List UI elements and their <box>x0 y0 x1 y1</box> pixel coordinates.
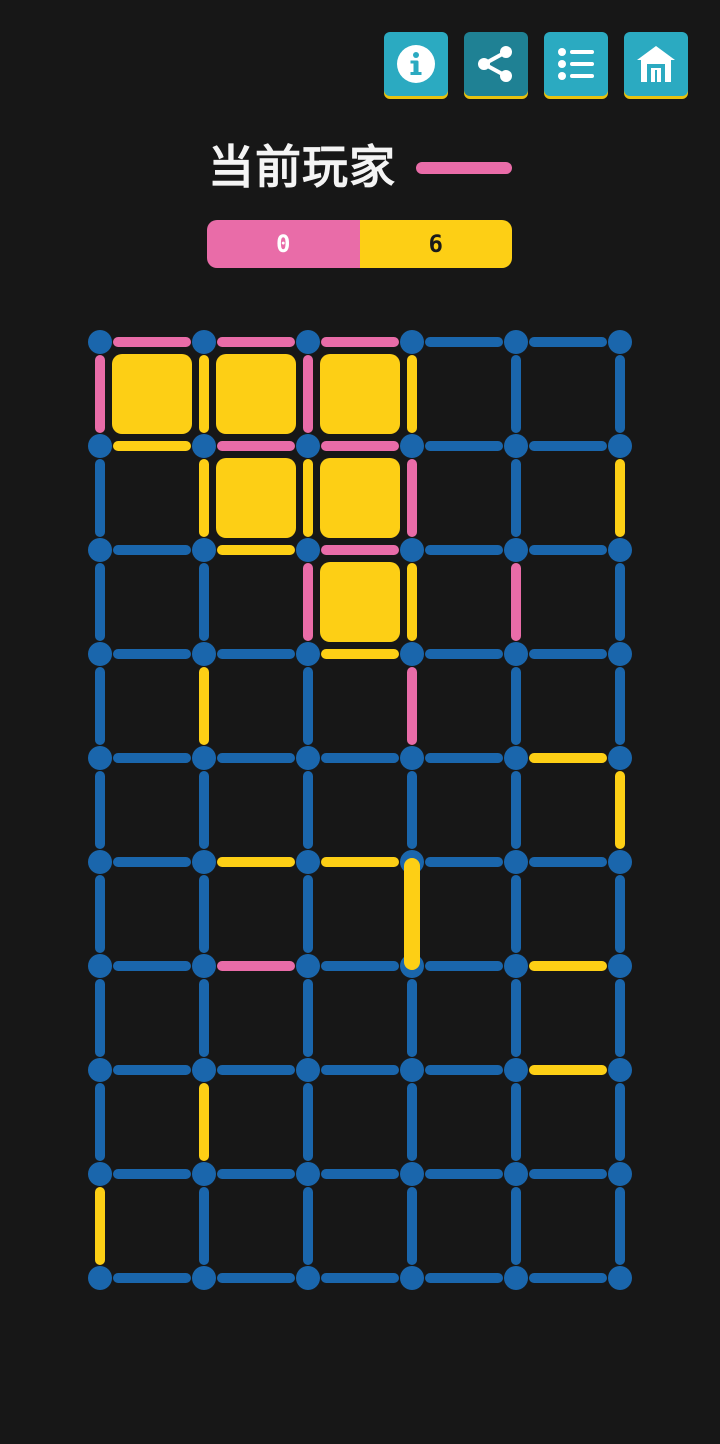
grid-dot <box>296 954 320 978</box>
grid-dot <box>608 954 632 978</box>
grid-dot <box>88 1266 112 1290</box>
grid-dot <box>296 1058 320 1082</box>
grid-dot <box>88 1058 112 1082</box>
grid-dot <box>88 1162 112 1186</box>
grid-dot <box>88 642 112 666</box>
grid-dot <box>608 642 632 666</box>
grid-dot <box>192 954 216 978</box>
grid-dot <box>192 746 216 770</box>
grid-dot <box>400 434 424 458</box>
grid-dot <box>296 642 320 666</box>
grid-dot <box>192 642 216 666</box>
grid-dot <box>608 330 632 354</box>
grid-dot <box>400 642 424 666</box>
grid-dot <box>296 330 320 354</box>
grid-dot <box>504 538 528 562</box>
grid-dot <box>192 434 216 458</box>
grid-dot <box>504 642 528 666</box>
grid-dot <box>296 1162 320 1186</box>
grid-dot <box>504 1266 528 1290</box>
grid-dot <box>296 1266 320 1290</box>
grid-dot <box>192 1058 216 1082</box>
grid-dot <box>88 538 112 562</box>
grid-dot <box>400 538 424 562</box>
grid-dot <box>504 850 528 874</box>
grid-dot <box>504 1058 528 1082</box>
game-board <box>0 0 720 1440</box>
grid-dot <box>192 538 216 562</box>
claimed-box <box>216 458 296 538</box>
grid-dot <box>504 330 528 354</box>
claimed-box <box>320 458 400 538</box>
grid-dot <box>608 850 632 874</box>
grid-dot <box>192 330 216 354</box>
grid-dot <box>400 1058 424 1082</box>
grid-dot <box>400 746 424 770</box>
grid-dot <box>504 954 528 978</box>
grid-dot <box>400 1162 424 1186</box>
grid-dot <box>88 434 112 458</box>
grid-dot <box>400 1266 424 1290</box>
grid-dot <box>608 434 632 458</box>
grid-dot <box>608 1162 632 1186</box>
claimed-box <box>216 354 296 434</box>
grid-dot <box>296 850 320 874</box>
grid-dot <box>504 1162 528 1186</box>
claimed-box <box>320 562 400 642</box>
grid-dot <box>192 850 216 874</box>
grid-dot <box>88 954 112 978</box>
grid-dot <box>504 746 528 770</box>
grid-dot <box>192 1266 216 1290</box>
grid-dot <box>608 746 632 770</box>
grid-dot <box>88 746 112 770</box>
grid-dot <box>504 434 528 458</box>
grid-dot <box>608 1266 632 1290</box>
grid-dot <box>296 434 320 458</box>
grid-dot <box>88 330 112 354</box>
claimed-box <box>112 354 192 434</box>
grid-dot <box>608 538 632 562</box>
grid-dot <box>192 1162 216 1186</box>
grid-dot <box>296 746 320 770</box>
grid-dot <box>400 330 424 354</box>
grid-dot <box>88 850 112 874</box>
grid-dot <box>296 538 320 562</box>
claimed-box <box>320 354 400 434</box>
grid-dot <box>608 1058 632 1082</box>
